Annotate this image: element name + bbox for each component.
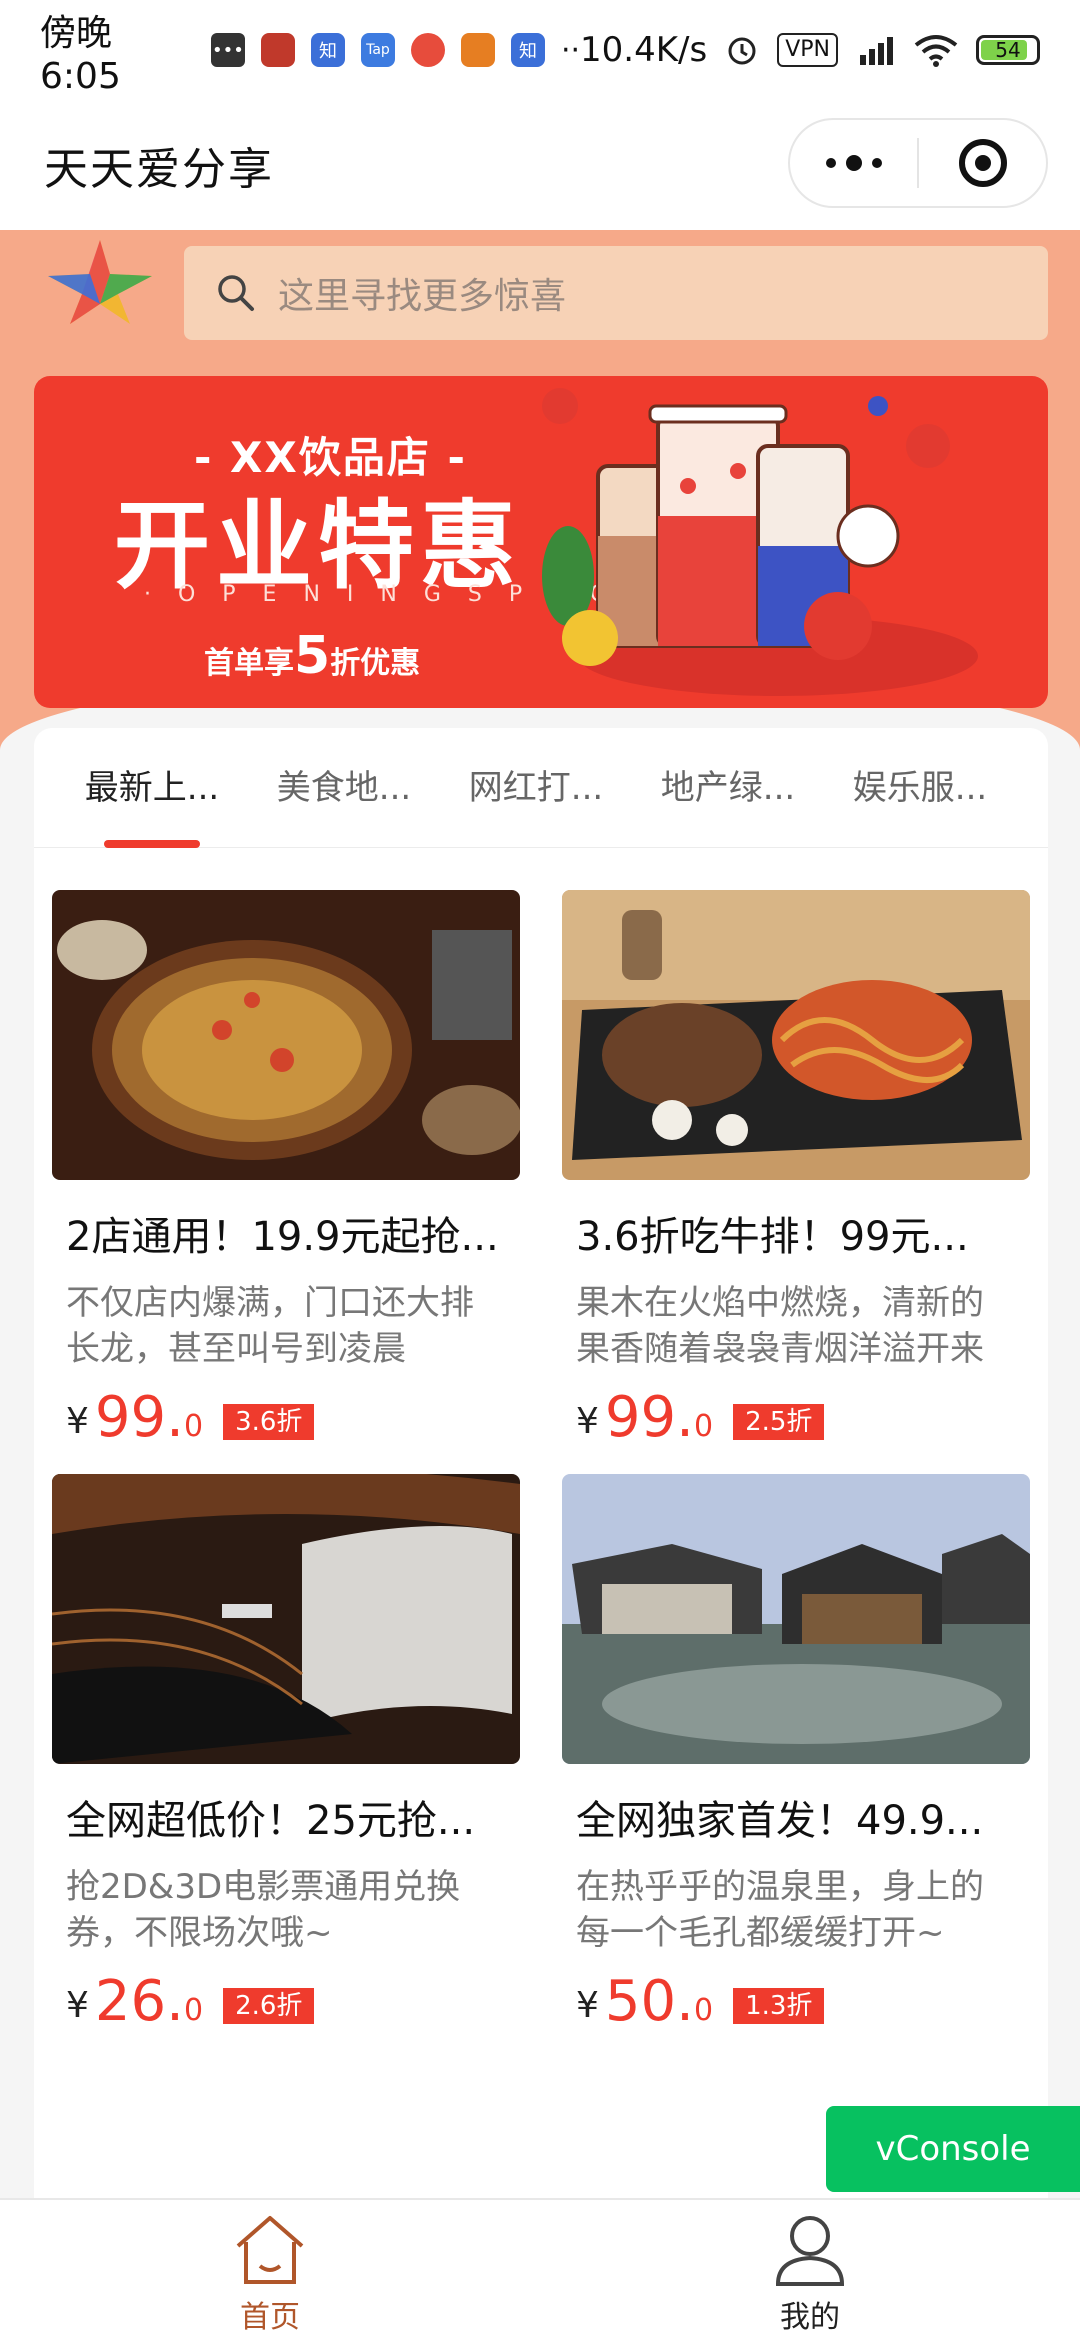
price-row: ¥ 99. 0 2.5折 <box>576 1388 1030 1448</box>
status-app-icons: ••• 知 Tap 知 ·· <box>210 32 581 68</box>
price-integer: 26. <box>94 1969 184 2034</box>
mini-program-navbar: 天天爱分享 <box>0 100 1080 230</box>
price-integer: 50. <box>604 1969 694 2034</box>
product-name: 全网独家首发！49.9... <box>576 1798 984 1844</box>
currency-symbol: ¥ <box>576 1401 599 1442</box>
tab-realestate[interactable]: 地产绿... <box>632 728 824 848</box>
status-time: 傍晚6:05 <box>40 12 121 97</box>
zhihu-icon: 知 <box>310 33 345 67</box>
close-target-icon <box>958 139 1007 187</box>
signal-icon <box>860 37 893 65</box>
price-decimal: 0 <box>183 1993 204 2028</box>
product-desc: 抢2D&3D电影票通用兑换券，不限场次哦~ <box>66 1867 461 1953</box>
price-decimal: 0 <box>183 1409 204 1444</box>
price-row: ¥ 99. 0 3.6折 <box>66 1388 520 1448</box>
app-logo-icon <box>48 240 152 324</box>
app-icon <box>410 33 445 67</box>
capsule-menu <box>788 118 1048 208</box>
price-integer: 99. <box>94 1385 184 1450</box>
product-desc: 在热乎乎的温泉里，身上的每一个毛孔都缓缓打开~ <box>576 1867 984 1953</box>
cinema-photo <box>52 1474 520 1764</box>
tab-latest[interactable]: 最新上... <box>56 728 248 848</box>
status-bar: 傍晚6:05 ••• 知 Tap 知 ·· 10.4K/s VPN 54 <box>0 0 1080 100</box>
page-title: 天天爱分享 <box>44 144 274 195</box>
steak-photo <box>562 890 1030 1180</box>
home-icon <box>236 2216 304 2284</box>
search-bar[interactable]: 这里寻找更多惊喜 <box>184 246 1048 340</box>
product-card[interactable]: 全网超低价！25元抢... 抢2D&3D电影票通用兑换券，不限场次哦~ ¥ 26… <box>52 1474 520 2032</box>
drinks-illustration-icon <box>542 388 978 696</box>
more-button[interactable] <box>790 120 917 206</box>
tab-trending[interactable]: 网红打... <box>440 728 632 848</box>
wifi-icon <box>914 35 958 67</box>
product-name: 2店通用！19.9元起抢... <box>66 1214 499 1260</box>
search-icon <box>218 275 254 311</box>
user-icon <box>775 2216 845 2286</box>
product-card[interactable]: 2店通用！19.9元起抢... 不仅店内爆满，门口还大排长龙，甚至叫号到凌晨 ¥… <box>52 890 520 1448</box>
bottom-tabbar: 首页 我的 <box>0 2198 1080 2340</box>
price-row: ¥ 50. 0 1.3折 <box>576 1972 1030 2032</box>
more-icon <box>825 155 882 171</box>
product-desc: 不仅店内爆满，门口还大排长龙，甚至叫号到凌晨 <box>66 1283 474 1369</box>
tap-icon: Tap <box>360 33 395 67</box>
product-name: 3.6折吃牛排！99元... <box>576 1214 969 1260</box>
vconsole-button[interactable]: vConsole <box>826 2106 1080 2192</box>
category-tabs: 最新上... 美食地... 网红打... 地产绿... 娱乐服... <box>34 728 1048 848</box>
currency-symbol: ¥ <box>66 1401 89 1442</box>
battery-icon: 54 <box>976 35 1040 65</box>
discount-badge: 2.6折 <box>223 1988 315 2024</box>
currency-symbol: ¥ <box>576 1985 599 2026</box>
close-button[interactable] <box>919 120 1046 206</box>
price-integer: 99. <box>604 1385 694 1450</box>
hotspring-photo <box>562 1474 1030 1764</box>
chat-icon: ••• <box>210 33 245 67</box>
discount-badge: 3.6折 <box>223 1404 315 1440</box>
promo-banner[interactable]: - XX饮品店 - 开业特惠 · O P E N I N G S P E C I… <box>34 376 1048 708</box>
product-desc: 果木在火焰中燃烧，清新的果香随着袅袅青烟洋溢开来 <box>576 1283 984 1369</box>
tabbar-home[interactable]: 首页 <box>0 2200 540 2340</box>
tab-food[interactable]: 美食地... <box>248 728 440 848</box>
discount-badge: 1.3折 <box>733 1988 825 2024</box>
app-icon <box>460 33 495 67</box>
content-card: 最新上... 美食地... 网红打... 地产绿... 娱乐服... 2店通用！… <box>34 728 1048 2198</box>
price-decimal: 0 <box>693 1993 714 2028</box>
price-row: ¥ 26. 0 2.6折 <box>66 1972 520 2032</box>
tabbar-mine-label: 我的 <box>780 2300 840 2335</box>
currency-symbol: ¥ <box>66 1985 89 2026</box>
banner-offer: 首单享5折优惠 <box>204 626 421 686</box>
search-placeholder: 这里寻找更多惊喜 <box>278 276 567 317</box>
product-card[interactable]: 3.6折吃牛排！99元... 果木在火焰中燃烧，清新的果香随着袅袅青烟洋溢开来 … <box>562 890 1030 1448</box>
more-dots-icon: ·· <box>560 32 581 68</box>
vpn-badge: VPN <box>777 33 838 67</box>
hotpot-photo <box>52 890 520 1180</box>
tabbar-home-label: 首页 <box>240 2300 300 2335</box>
zhihu-icon: 知 <box>510 33 545 67</box>
product-card[interactable]: 全网独家首发！49.9... 在热乎乎的温泉里，身上的每一个毛孔都缓缓打开~ ¥… <box>562 1474 1030 2032</box>
alarm-icon <box>728 37 756 65</box>
price-decimal: 0 <box>693 1409 714 1444</box>
net-speed: 10.4K/s <box>580 30 708 70</box>
discount-badge: 2.5折 <box>733 1404 825 1440</box>
tabbar-mine[interactable]: 我的 <box>540 2200 1080 2340</box>
tab-entertainment[interactable]: 娱乐服... <box>824 728 1016 848</box>
product-name: 全网超低价！25元抢... <box>66 1798 476 1844</box>
game-icon <box>260 33 295 67</box>
